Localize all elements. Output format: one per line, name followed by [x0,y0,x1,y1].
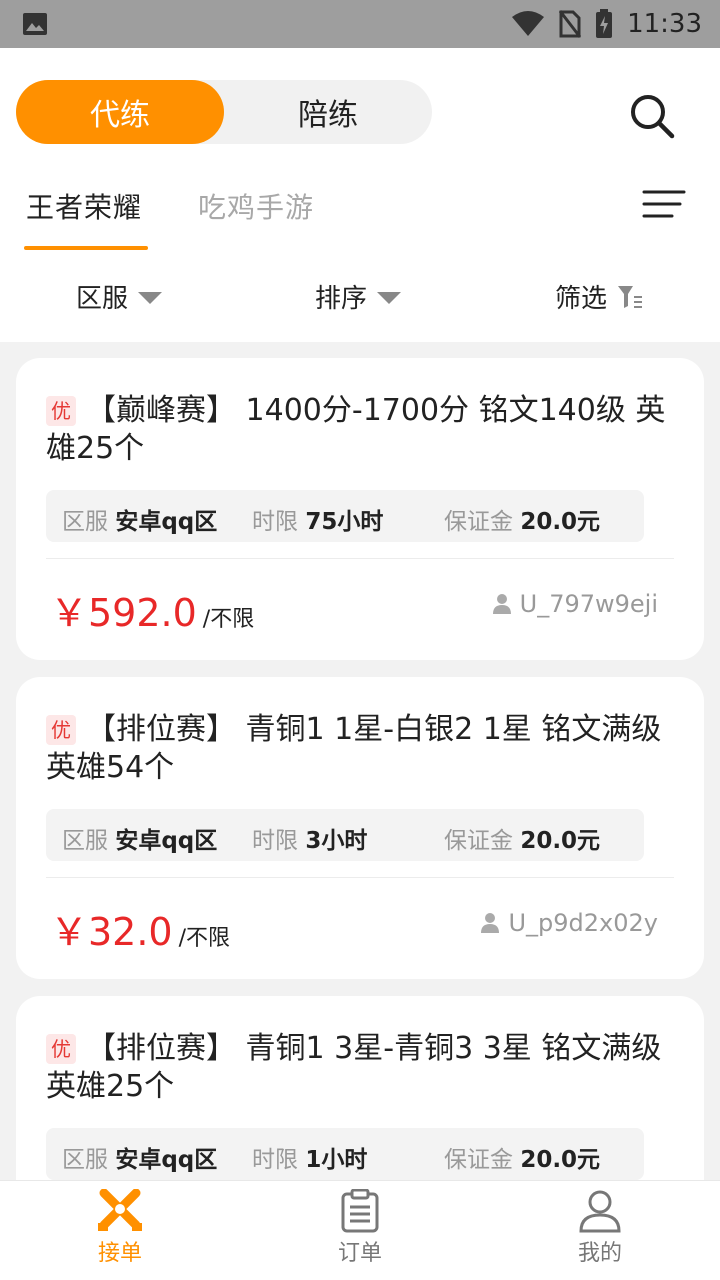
tab-wangzhe[interactable]: 王者荣耀 [26,186,142,226]
region-info: 区服 安卓qq区 [62,821,217,855]
filter-region[interactable]: 区服 [76,278,163,315]
nav-dingdan[interactable]: 订单 [300,1189,420,1267]
swords-icon [98,1189,142,1231]
tab-dailian[interactable]: 代练 [16,80,224,144]
order-card[interactable]: 优【巅峰赛】 1400分-1700分 铭文140级 英雄25个 区服 安卓qq区… [16,358,704,660]
nav-jiedan[interactable]: 接单 [60,1189,180,1267]
wifi-icon [512,11,545,36]
deposit-value: 20.0元 [520,828,601,854]
search-icon[interactable] [626,90,678,142]
time-label: 时限 [252,509,298,535]
time-info: 时限 75小时 [252,502,383,536]
filter-sort[interactable]: 排序 [315,278,402,315]
deposit-label: 保证金 [444,509,513,535]
header: 代练 陪练 王者荣耀 吃鸡手游 区服 排序 筛选 [0,48,720,342]
order-title-text: 【巅峰赛】 1400分-1700分 铭文140级 英雄25个 [46,393,666,466]
priority-badge: 优 [46,1034,76,1064]
tab-peilian[interactable]: 陪练 [224,80,432,144]
seller: U_p9d2x02y [480,909,658,937]
order-list[interactable]: 优【巅峰赛】 1400分-1700分 铭文140级 英雄25个 区服 安卓qq区… [0,342,720,1180]
filter-region-label: 区服 [76,284,129,314]
time-label: 时限 [252,828,298,854]
deposit-info: 保证金 20.0元 [444,1140,600,1174]
nav-dingdan-label: 订单 [337,1241,382,1266]
price-value: ￥32.0 [50,910,173,954]
filter-bar: 区服 排序 筛选 [0,270,720,326]
order-info: 区服 安卓qq区 时限 3小时 保证金 20.0元 [46,809,644,861]
menu-icon[interactable] [640,184,686,224]
order-title: 优【排位赛】 青铜1 3星-青铜3 3星 铭文满级 英雄25个 [46,1030,676,1106]
seller-name: U_797w9eji [519,590,658,618]
time-value: 1小时 [305,1147,368,1173]
time-info: 时限 1小时 [252,1140,367,1174]
nav-wode-label: 我的 [577,1241,622,1266]
order-price: ￥592.0/不限 [50,582,254,637]
region-value: 安卓qq区 [115,1147,218,1173]
deposit-label: 保证金 [444,1147,513,1173]
priority-badge: 优 [46,715,76,745]
nav-jiedan-label: 接单 [97,1241,142,1266]
chevron-down-icon [377,291,402,304]
region-info: 区服 安卓qq区 [62,502,217,536]
region-value: 安卓qq区 [115,828,218,854]
bottom-nav: 接单 订单 我的 [0,1180,720,1280]
price-value: ￥592.0 [50,591,197,635]
divider [46,877,674,878]
time-value: 75小时 [305,509,384,535]
filter-icon [618,285,643,308]
region-label: 区服 [62,509,108,535]
order-info: 区服 安卓qq区 时限 1小时 保证金 20.0元 [46,1128,644,1180]
time-label: 时限 [252,1147,298,1173]
no-sim-icon [559,10,582,38]
user-icon [481,913,500,933]
divider [46,558,674,559]
price-unit: /不限 [178,926,231,951]
nav-wode[interactable]: 我的 [540,1189,660,1267]
deposit-value: 20.0元 [520,1147,601,1173]
region-label: 区服 [62,828,108,854]
status-time: 11:33 [627,9,702,39]
deposit-value: 20.0元 [520,509,601,535]
filter-screen-label: 筛选 [555,284,608,314]
battery-icon [596,9,613,38]
region-label: 区服 [62,1147,108,1173]
order-card[interactable]: 优【排位赛】 青铜1 1星-白银2 1星 铭文满级 英雄54个 区服 安卓qq区… [16,677,704,979]
region-value: 安卓qq区 [115,509,218,535]
order-info: 区服 安卓qq区 时限 75小时 保证金 20.0元 [46,490,644,542]
user-icon [492,594,511,614]
order-title-text: 【排位赛】 青铜1 1星-白银2 1星 铭文满级 英雄54个 [46,712,662,785]
deposit-label: 保证金 [444,828,513,854]
filter-screen[interactable]: 筛选 [555,278,643,315]
game-tabs: 王者荣耀 吃鸡手游 [0,178,720,258]
tab-indicator [24,246,148,250]
filter-sort-label: 排序 [315,284,368,314]
status-bar: 11:33 [0,0,720,48]
mode-toggle: 代练 陪练 [16,80,432,144]
order-title: 优【巅峰赛】 1400分-1700分 铭文140级 英雄25个 [46,392,676,468]
order-title-text: 【排位赛】 青铜1 3星-青铜3 3星 铭文满级 英雄25个 [46,1031,662,1104]
tab-chiji[interactable]: 吃鸡手游 [198,186,314,226]
seller: U_797w9eji [492,590,658,618]
seller-name: U_p9d2x02y [508,909,658,937]
order-title: 优【排位赛】 青铜1 1星-白银2 1星 铭文满级 英雄54个 [46,711,676,787]
order-price: ￥32.0/不限 [50,901,230,956]
time-info: 时限 3小时 [252,821,367,855]
region-info: 区服 安卓qq区 [62,1140,217,1174]
price-unit: /不限 [202,607,255,632]
deposit-info: 保证金 20.0元 [444,502,600,536]
priority-badge: 优 [46,396,76,426]
order-card[interactable]: 优【排位赛】 青铜1 3星-青铜3 3星 铭文满级 英雄25个 区服 安卓qq区… [16,996,704,1180]
time-value: 3小时 [305,828,368,854]
chevron-down-icon [138,291,163,304]
gallery-icon [23,13,47,35]
clipboard-icon [341,1189,379,1233]
user-icon [579,1190,621,1233]
deposit-info: 保证金 20.0元 [444,821,600,855]
